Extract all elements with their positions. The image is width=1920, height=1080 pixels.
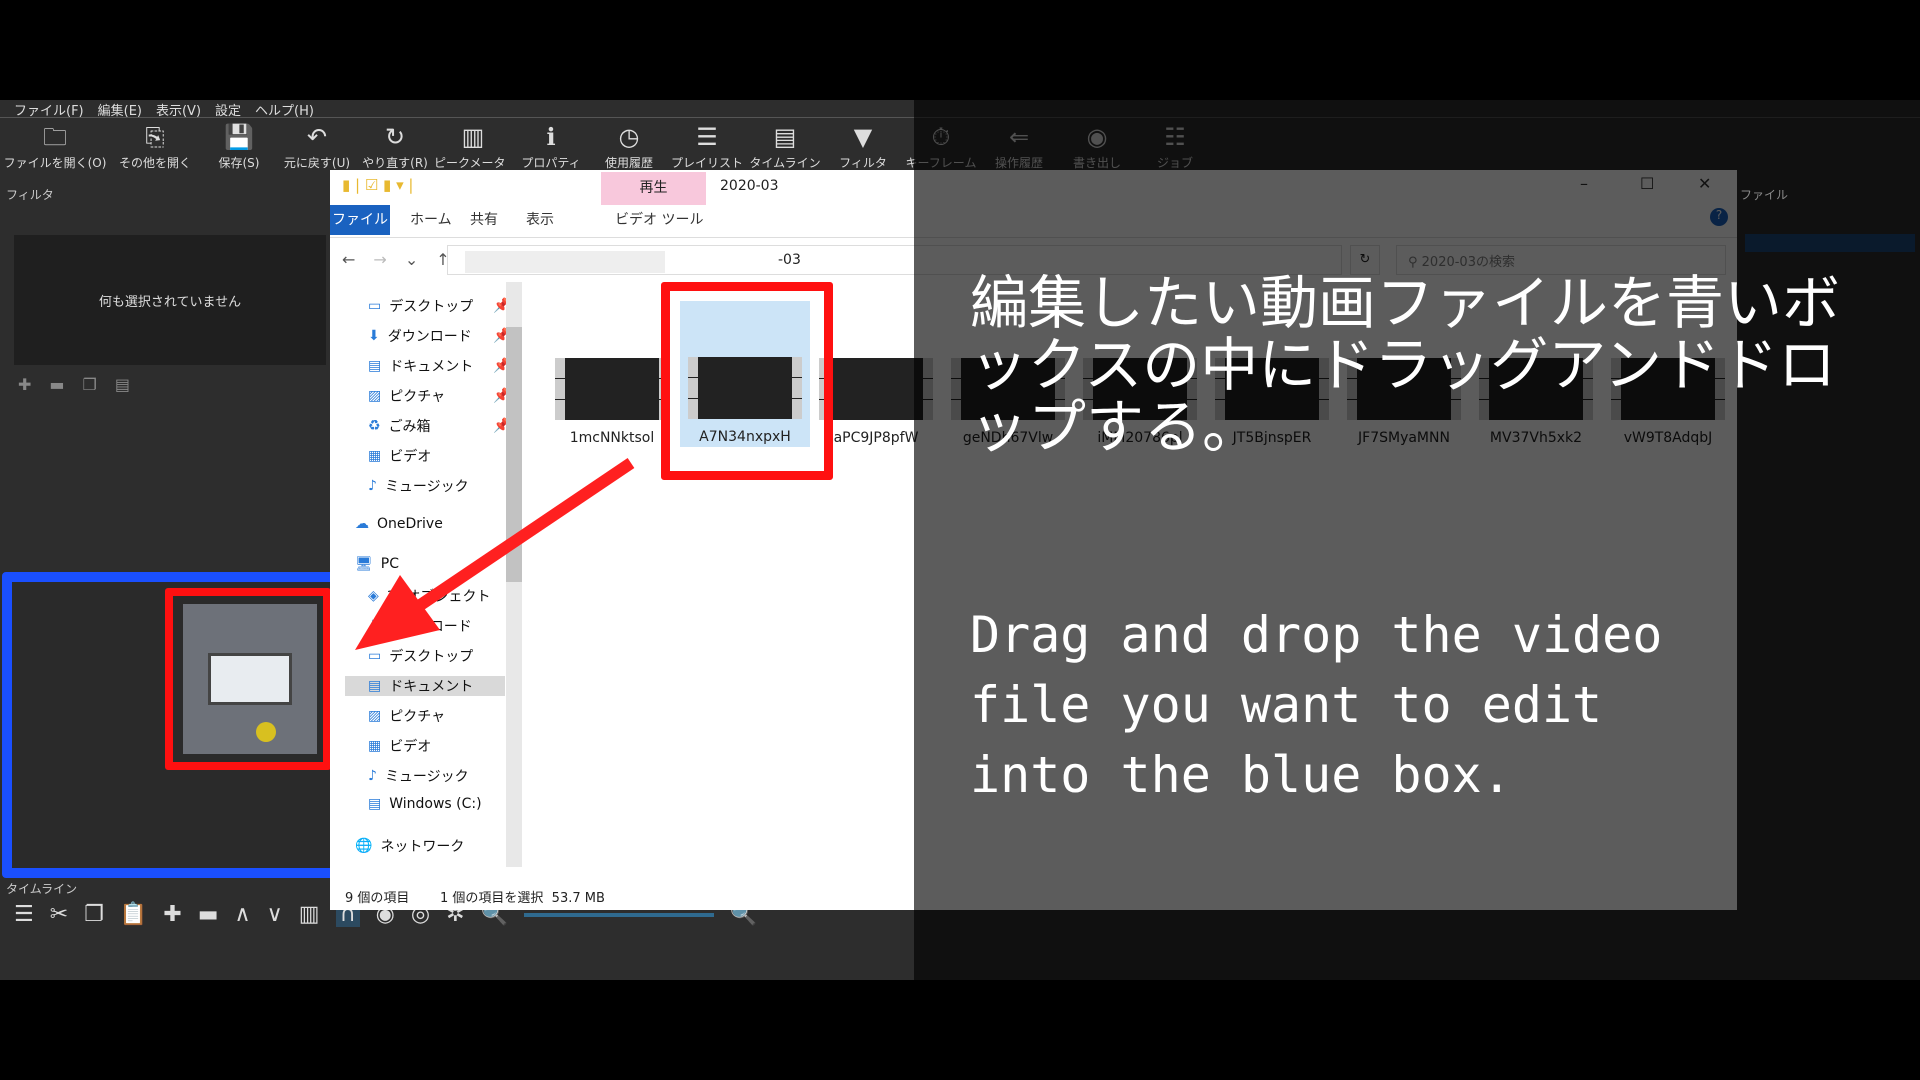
- arrow-shaft: [406, 458, 635, 617]
- dim-overlay: [914, 100, 1920, 980]
- instruction-japanese: 編集したい動画ファイルを青いボックスの中にドラッグアンドドロップする。: [970, 269, 1841, 461]
- search-placeholder-wrap: ⚲ 2020-03の検索: [1408, 251, 1515, 270]
- search-icon: ⚲: [1408, 255, 1422, 270]
- instruction-english: Drag and drop the video file you want to…: [970, 606, 1663, 804]
- right-panel-label: ファイル: [1740, 188, 1789, 202]
- search-placeholder: 2020-03の検索: [1421, 255, 1515, 270]
- arrow-head: [355, 575, 440, 650]
